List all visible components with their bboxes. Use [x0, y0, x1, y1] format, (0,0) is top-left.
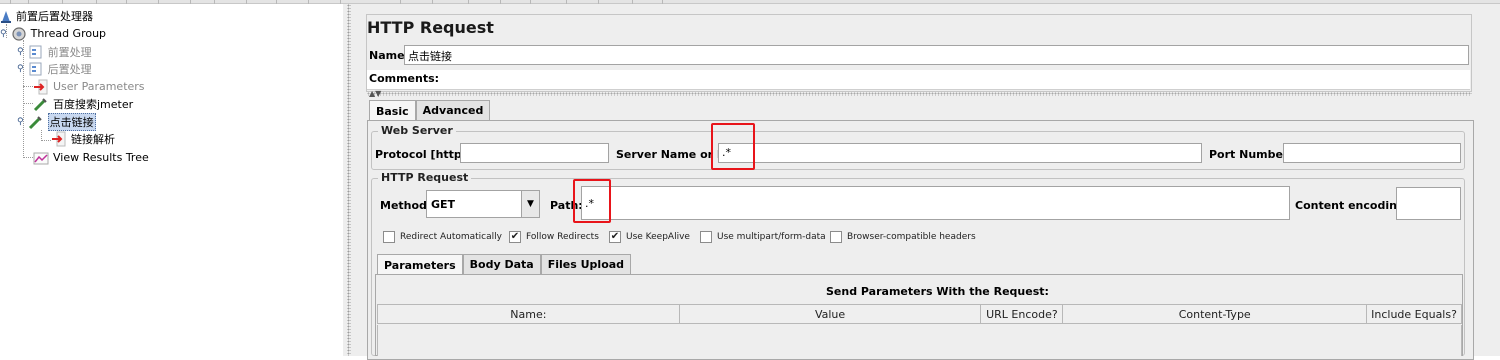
- tree-connector: [23, 103, 33, 104]
- checkmark-icon[interactable]: ✔: [509, 231, 521, 243]
- redirect-automatically-checkbox[interactable]: Redirect Automatically: [383, 231, 502, 243]
- tree-node-view-results-tree[interactable]: View Results Tree: [33, 149, 149, 166]
- page-title: HTTP Request: [367, 18, 494, 37]
- http-request-panel: HTTP Request Name: 点击链接 Comments: ▲▼ Bas…: [356, 4, 1500, 360]
- resize-divider[interactable]: [367, 92, 1472, 96]
- preprocessor-arrow-icon: [51, 131, 67, 147]
- test-plan-tree: 前置后置处理器 ⚲ Thread Group ⚲ 前置处理 ⚲ 后置处理 Use…: [0, 4, 343, 356]
- tree-node-label: 点击链接: [47, 112, 96, 131]
- tree-node-label: 百度搜索jmeter: [53, 97, 134, 111]
- tree-node-label: 前置后置处理器: [16, 9, 93, 23]
- collapse-arrows-icon[interactable]: ▲▼: [369, 89, 381, 98]
- tree-node-post-processor[interactable]: ⚲ 后置处理: [17, 60, 92, 77]
- port-number-label: Port Number:: [1209, 148, 1293, 161]
- use-keepalive-checkbox[interactable]: ✔ Use KeepAlive: [609, 231, 690, 243]
- preprocessor-arrow-icon: [33, 79, 49, 95]
- gear-icon: [11, 26, 27, 42]
- protocol-label: Protocol [http]:: [375, 148, 472, 161]
- tree-node-label: Thread Group: [30, 27, 107, 40]
- checkbox-label: Follow Redirects: [526, 232, 599, 242]
- tree-node-thread-group[interactable]: ⚲ Thread Group: [0, 25, 106, 42]
- tree-node-label: 后置处理: [47, 62, 92, 76]
- column-header-include-equals[interactable]: Include Equals?: [1367, 304, 1462, 324]
- tree-connector: [41, 140, 51, 141]
- tab-basic[interactable]: Basic: [369, 100, 416, 121]
- group-title: Web Server: [378, 124, 456, 137]
- annotation-highlight-path: [573, 179, 611, 223]
- tab-advanced[interactable]: Advanced: [415, 100, 491, 120]
- method-value: GET: [431, 197, 456, 211]
- path-field[interactable]: .*: [581, 186, 1290, 220]
- tree-node-pre-processor[interactable]: ⚲ 前置处理: [17, 43, 92, 60]
- controller-icon: [28, 44, 44, 60]
- protocol-field[interactable]: [460, 143, 609, 163]
- method-label: Method:: [380, 199, 432, 212]
- parameter-tabs: Parameters Body Data Files Upload: [377, 254, 632, 275]
- controller-icon: [28, 61, 44, 77]
- checkbox-label: Use multipart/form-data: [717, 232, 826, 242]
- comments-area[interactable]: [367, 70, 1470, 90]
- tree-node-click-link[interactable]: ⚲ 点击链接: [17, 112, 96, 131]
- tree-node-label: 前置处理: [47, 45, 92, 59]
- checkbox-label: Browser-compatible headers: [847, 232, 976, 242]
- checkbox-box[interactable]: [830, 231, 842, 243]
- tree-node-user-parameters[interactable]: User Parameters: [33, 78, 145, 95]
- tab-body-data[interactable]: Body Data: [462, 254, 541, 274]
- tab-parameters[interactable]: Parameters: [377, 254, 463, 275]
- tree-node-baidu-search[interactable]: 百度搜索jmeter: [33, 95, 133, 112]
- browser-compatible-headers-checkbox[interactable]: Browser-compatible headers: [830, 231, 976, 243]
- tree-node-link-parse[interactable]: 链接解析: [51, 130, 115, 147]
- parameters-table-body[interactable]: [377, 325, 1462, 356]
- expand-toggle-icon[interactable]: ⚲: [17, 117, 24, 127]
- server-name-field[interactable]: .*: [718, 143, 1202, 163]
- tab-files-upload[interactable]: Files Upload: [540, 254, 632, 274]
- tree-node-label: User Parameters: [53, 80, 145, 93]
- tree-node-test-plan[interactable]: 前置后置处理器: [0, 7, 93, 24]
- tree-node-label: 链接解析: [71, 132, 115, 146]
- expand-toggle-icon[interactable]: ⚲: [17, 47, 24, 57]
- tree-node-label: View Results Tree: [53, 151, 149, 164]
- expand-toggle-icon[interactable]: ⚲: [0, 29, 7, 39]
- config-tabs: Basic Advanced: [369, 100, 491, 121]
- split-pane-divider[interactable]: [343, 4, 356, 356]
- content-encoding-field[interactable]: [1396, 187, 1461, 220]
- listener-chart-icon: [33, 150, 49, 166]
- port-number-field[interactable]: [1283, 143, 1461, 163]
- sampler-pipette-icon: [33, 96, 49, 112]
- column-header-url-encode[interactable]: URL Encode?: [981, 304, 1064, 324]
- comments-label: Comments:: [369, 72, 440, 85]
- parameters-table-header: Name: Value URL Encode? Content-Type Inc…: [377, 304, 1462, 324]
- column-header-content-type[interactable]: Content-Type: [1063, 304, 1368, 324]
- group-title: HTTP Request: [378, 171, 472, 184]
- checkbox-box[interactable]: [700, 231, 712, 243]
- parameters-table-caption: Send Parameters With the Request:: [826, 285, 1049, 298]
- method-select[interactable]: GET ▼: [426, 190, 540, 218]
- annotation-highlight-server: [711, 123, 755, 170]
- follow-redirects-checkbox[interactable]: ✔ Follow Redirects: [509, 231, 599, 243]
- name-label: Name:: [369, 49, 409, 62]
- tree-connector: [23, 157, 33, 158]
- checkbox-label: Redirect Automatically: [400, 232, 502, 242]
- column-header-name[interactable]: Name:: [378, 304, 680, 324]
- content-encoding-label: Content encoding:: [1295, 199, 1410, 212]
- test-plan-icon: [0, 8, 12, 24]
- name-field[interactable]: 点击链接: [404, 45, 1469, 65]
- sampler-pipette-icon: [28, 114, 44, 130]
- use-multipart-checkbox[interactable]: Use multipart/form-data: [700, 231, 826, 243]
- tree-connector: [23, 86, 33, 87]
- expand-toggle-icon[interactable]: ⚲: [17, 64, 24, 74]
- checkmark-icon[interactable]: ✔: [609, 231, 621, 243]
- column-header-value[interactable]: Value: [679, 304, 982, 324]
- checkbox-label: Use KeepAlive: [626, 232, 690, 242]
- chevron-down-icon[interactable]: ▼: [521, 191, 539, 217]
- checkbox-box[interactable]: [383, 231, 395, 243]
